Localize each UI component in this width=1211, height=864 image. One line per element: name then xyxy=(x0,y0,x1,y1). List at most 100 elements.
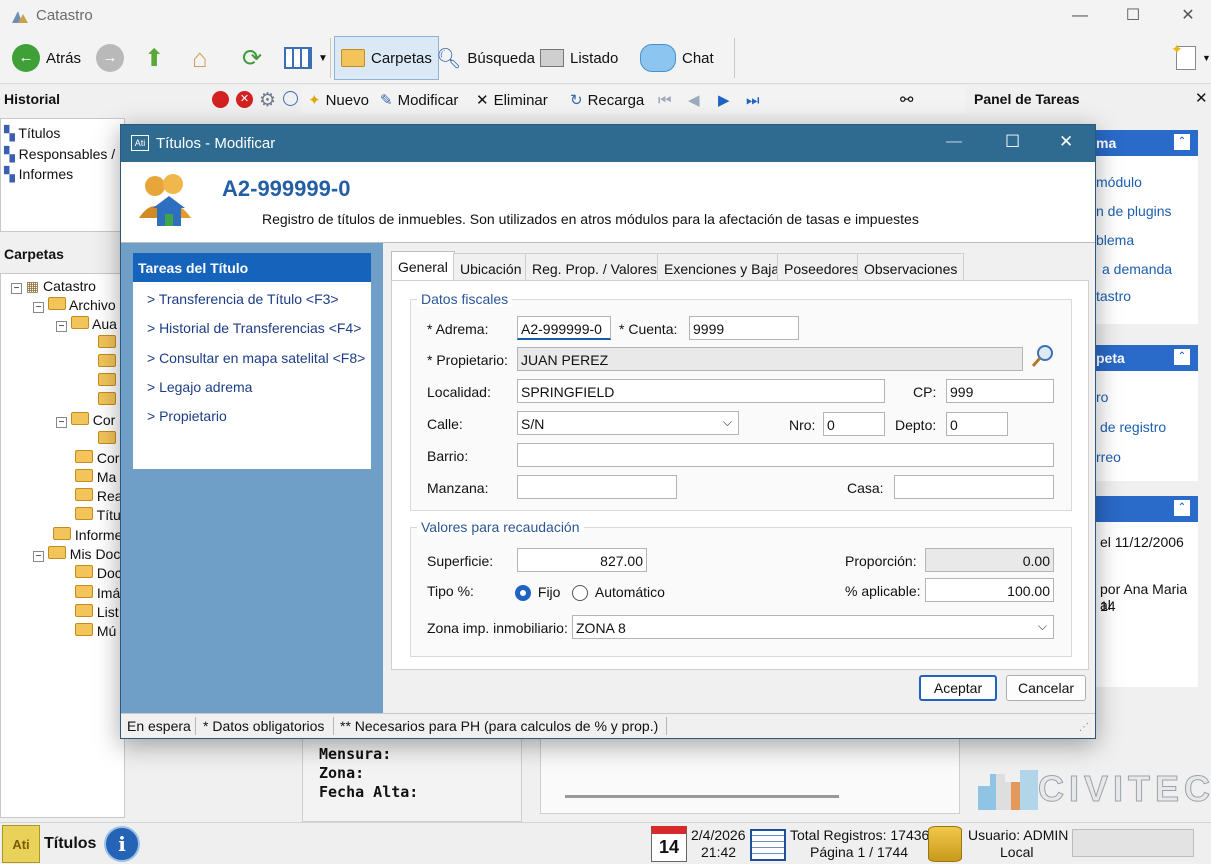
superficie-input[interactable]: 827.00 xyxy=(517,548,647,572)
resize-grip-icon[interactable]: ⋰ xyxy=(1079,722,1089,733)
task-transfer-link[interactable]: > Transferencia de Título <F3> xyxy=(147,291,339,307)
new-button[interactable]: ✦ Nuevo xyxy=(308,88,369,112)
task-link[interactable]: rreo xyxy=(1096,449,1121,465)
first-record-button[interactable]: ⏮ xyxy=(658,88,672,112)
task-adrema-file-link[interactable]: > Legajo adrema xyxy=(147,379,252,395)
tree-node[interactable] xyxy=(98,354,116,370)
search-owner-icon[interactable] xyxy=(1031,344,1055,374)
cuenta-input[interactable]: 9999 xyxy=(689,316,799,340)
list-button[interactable]: Listado xyxy=(534,36,624,80)
task-link[interactable]: n de plugins xyxy=(1096,203,1172,219)
folders-button[interactable]: Carpetas xyxy=(334,36,439,80)
task-link[interactable]: ro xyxy=(1096,389,1108,405)
maximize-button[interactable]: ☐ xyxy=(1105,0,1161,32)
tree-node[interactable]: − Archivo xyxy=(33,297,116,313)
tab-general[interactable]: General xyxy=(391,251,455,280)
back-button[interactable]: ← Atrás xyxy=(6,36,87,80)
collapse-icon[interactable]: − xyxy=(11,283,22,294)
tree-node[interactable] xyxy=(98,431,116,447)
historial-item[interactable]: ▚ Títulos xyxy=(4,125,60,142)
tree-node[interactable]: Informe xyxy=(53,527,122,543)
modify-button[interactable]: ✎ Modificar xyxy=(380,88,458,112)
task-link[interactable]: a demanda xyxy=(1102,261,1172,277)
zona-select[interactable]: ZONA 8 ⌵ xyxy=(572,615,1054,639)
task-link[interactable]: módulo xyxy=(1096,174,1142,190)
horizontal-scrollbar[interactable] xyxy=(565,795,839,798)
cp-input[interactable]: 999 xyxy=(946,379,1054,403)
accept-button[interactable]: Aceptar xyxy=(919,675,997,701)
delete-icon[interactable]: ✕ xyxy=(236,91,253,108)
tree-node[interactable]: Doc xyxy=(75,565,122,581)
options-icon[interactable] xyxy=(283,91,298,106)
tree-node[interactable] xyxy=(98,373,116,389)
collapse-icon[interactable]: − xyxy=(33,302,44,313)
tree-node[interactable]: Mú xyxy=(75,623,116,639)
close-button[interactable]: ✕ xyxy=(1160,0,1211,32)
tab-ubicacion[interactable]: Ubicación xyxy=(453,253,529,280)
tree-node[interactable]: Cor xyxy=(75,450,119,466)
calle-select[interactable]: S/N ⌵ xyxy=(517,411,739,435)
fijo-radio[interactable]: Fijo xyxy=(515,584,560,602)
tree-node[interactable]: List xyxy=(75,604,119,620)
nro-input[interactable]: 0 xyxy=(823,412,885,436)
refresh-button[interactable]: ⟳ xyxy=(236,36,268,80)
next-record-button[interactable]: ▶ xyxy=(718,88,730,112)
tree-node[interactable]: − Cor xyxy=(56,412,115,428)
stop-icon[interactable] xyxy=(212,91,229,108)
task-transfer-history-link[interactable]: > Historial de Transferencias <F4> xyxy=(147,320,361,336)
tab-exenciones-baja[interactable]: Exenciones y Baja xyxy=(657,253,787,280)
historial-item[interactable]: ▚ Responsables / xyxy=(4,146,115,163)
tree-node[interactable]: Títu xyxy=(75,507,121,523)
close-panel-icon[interactable]: ✕ xyxy=(1195,89,1208,107)
info-icon[interactable]: i xyxy=(104,826,140,862)
tree-node[interactable]: − Aua xyxy=(56,316,117,332)
task-link[interactable]: tastro xyxy=(1096,288,1131,304)
task-link[interactable]: blema xyxy=(1096,232,1134,248)
collapse-icon[interactable]: − xyxy=(33,551,44,562)
historial-item[interactable]: ▚ Informes xyxy=(4,166,73,183)
tab-observaciones[interactable]: Observaciones xyxy=(857,253,965,280)
collapse-chevron-icon[interactable]: ⌃ xyxy=(1174,500,1190,516)
depto-input[interactable]: 0 xyxy=(946,412,1008,436)
tree-node[interactable]: Imá xyxy=(75,585,120,601)
task-owner-link[interactable]: > Propietario xyxy=(147,408,227,424)
tree-node[interactable]: Ma xyxy=(75,469,116,485)
tree-node-root[interactable]: − ▦ Catastro xyxy=(11,278,96,295)
chat-button[interactable]: Chat xyxy=(634,36,720,80)
automatico-radio[interactable]: Automático xyxy=(572,584,665,602)
up-button[interactable]: ⬆ xyxy=(138,36,170,80)
manzana-input[interactable] xyxy=(517,475,677,499)
prev-record-button[interactable]: ◀ xyxy=(688,88,700,112)
view-menu-button[interactable]: ▼ xyxy=(278,36,334,80)
dialog-maximize-button[interactable]: ☐ xyxy=(1005,132,1020,152)
home-button[interactable]: ⌂ xyxy=(186,36,214,80)
task-satellite-map-link[interactable]: > Consultar en mapa satelital <F8> xyxy=(147,350,365,366)
tree-node[interactable]: − Mis Doc xyxy=(33,546,120,562)
dialog-minimize-button[interactable]: — xyxy=(946,133,962,151)
collapse-chevron-icon[interactable]: ⌃ xyxy=(1174,134,1190,150)
barrio-input[interactable] xyxy=(517,443,1054,467)
casa-input[interactable] xyxy=(894,475,1054,499)
tree-node[interactable] xyxy=(98,335,116,351)
tab-reg-prop-valores[interactable]: Reg. Prop. / Valores xyxy=(525,253,665,280)
last-record-button[interactable]: ⏭ xyxy=(746,88,760,112)
settings-gear-icon[interactable]: ⚙ xyxy=(259,89,276,112)
dialog-close-button[interactable]: ✕ xyxy=(1059,132,1073,152)
tree-node[interactable]: Rea xyxy=(75,488,123,504)
cancel-button[interactable]: Cancelar xyxy=(1006,675,1086,701)
find-button[interactable]: ⚯ xyxy=(900,88,913,112)
tab-poseedores[interactable]: Poseedores xyxy=(777,253,866,280)
collapse-chevron-icon[interactable]: ⌃ xyxy=(1174,349,1190,365)
collapse-icon[interactable]: − xyxy=(56,417,67,428)
task-link[interactable]: de registro xyxy=(1100,419,1166,435)
tree-node[interactable] xyxy=(98,392,116,408)
forward-button[interactable]: → xyxy=(90,36,130,80)
localidad-input[interactable]: SPRINGFIELD xyxy=(517,379,885,403)
delete-button[interactable]: ✕ Eliminar xyxy=(476,88,548,112)
search-button[interactable]: 🔍︎ Búsqueda xyxy=(430,36,541,80)
collapse-icon[interactable]: − xyxy=(56,321,67,332)
minimize-button[interactable]: — xyxy=(1052,0,1108,32)
adrema-input[interactable]: A2-999999-0 xyxy=(517,316,611,340)
new-document-menu-button[interactable]: ✦ ▼ xyxy=(1170,36,1211,80)
reload-button[interactable]: ↻ Recarga xyxy=(570,88,644,112)
